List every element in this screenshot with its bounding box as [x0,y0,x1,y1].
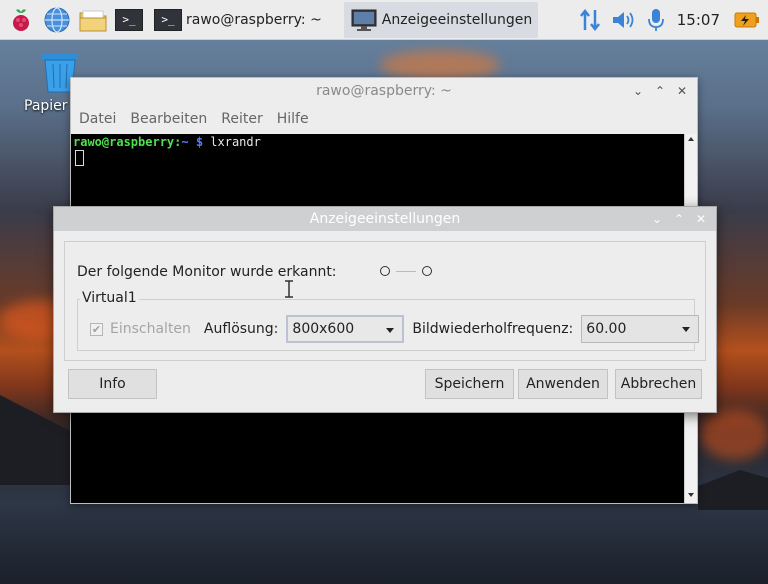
mountain-silhouette [698,470,768,510]
minimize-icon[interactable]: ⌄ [648,212,666,226]
cancel-button[interactable]: Abbrechen [615,369,702,399]
maximize-icon[interactable]: ⌃ [651,84,669,98]
dialog-title: Anzeigeeinstellungen [309,211,461,227]
dialog-window-controls: ⌄ ⌃ ✕ [644,207,710,231]
menu-reiter[interactable]: Reiter [221,111,262,127]
resolution-label: Auflösung: [203,321,279,337]
system-tray: 15:07 [569,0,768,40]
menu-hilfe[interactable]: Hilfe [277,111,309,127]
terminal-titlebar[interactable]: rawo@raspberry: ~ ⌄ ⌃ ✕ [71,78,697,104]
enable-checkbox[interactable]: ✔ [90,322,103,336]
refresh-rate-select[interactable]: 60.00 [581,315,700,343]
resolution-value: 800x600 [292,321,355,337]
monitor-radio-2[interactable] [422,266,432,276]
close-icon[interactable]: ✕ [692,212,710,226]
close-icon[interactable]: ✕ [673,84,691,98]
sky-cloud [380,50,500,80]
enable-label: Einschalten [110,321,191,337]
taskbar: >_ >_ rawo@raspberry: ~ Anzeigeeinstellu… [0,0,768,40]
monitor-radio-group [380,266,432,276]
terminal-cursor [75,150,84,166]
volume-icon[interactable] [611,9,637,31]
terminal-menubar: Datei Bearbeiten Reiter Hilfe [71,104,697,134]
battery-charging-icon[interactable] [734,11,760,29]
terminal-title: rawo@raspberry: ~ [316,83,452,99]
refresh-rate-value: 60.00 [586,321,627,337]
task-terminal[interactable]: >_ rawo@raspberry: ~ [148,2,328,38]
scroll-up-icon[interactable] [688,137,694,141]
terminal-window-controls: ⌄ ⌃ ✕ [625,78,691,104]
monitor-settings-row: ✔ Einschalten Auflösung: 800x600 Bildwie… [90,315,700,343]
prompt-user: rawo@raspberry: [73,135,182,149]
info-button[interactable]: Info [68,369,157,399]
monitor-icon [351,9,377,31]
monitor-group-label: Virtual1 [80,290,139,306]
task-display-settings-label: Anzeigeeinstellungen [381,11,533,28]
radio-connector [396,270,416,272]
terminal-command: lxrandr [203,135,261,149]
terminal-icon: >_ [154,8,182,31]
monitor-groupbox: Virtual1 ✔ Einschalten Auflösung: 800x60… [77,290,700,351]
terminal-launcher-icon[interactable]: >_ [114,5,144,35]
trash-label[interactable]: Papier [24,98,68,114]
raspberry-menu-icon[interactable] [6,5,36,35]
clock[interactable]: 15:07 [677,11,720,29]
microphone-icon[interactable] [647,7,665,33]
apply-button[interactable]: Anwenden [518,369,608,399]
dropdown-arrow-icon [682,327,691,332]
terminal-line: rawo@raspberry:~ $ lxrandr [71,134,685,150]
monitor-frame: Der folgende Monitor wurde erkannt: Virt… [64,241,706,361]
detected-monitor-label: Der folgende Monitor wurde erkannt: [77,264,337,280]
menu-bearbeiten[interactable]: Bearbeiten [130,111,207,127]
network-transfer-icon[interactable] [579,7,601,33]
refresh-rate-label: Bildwiederholfrequenz: [412,321,574,337]
sky-cloud [700,410,768,460]
monitor-radio-1[interactable] [380,266,390,276]
scroll-down-icon[interactable] [688,493,694,497]
dialog-titlebar[interactable]: Anzeigeeinstellungen ⌄ ⌃ ✕ [54,207,716,231]
menu-datei[interactable]: Datei [79,111,116,127]
maximize-icon[interactable]: ⌃ [670,212,688,226]
dropdown-arrow-icon [386,328,395,333]
text-cursor-icon [285,280,293,298]
file-manager-icon[interactable] [78,5,108,35]
save-button[interactable]: Speichern [425,369,514,399]
display-settings-dialog: Anzeigeeinstellungen ⌄ ⌃ ✕ Der folgende … [53,206,717,413]
task-display-settings[interactable]: Anzeigeeinstellungen [343,1,539,38]
task-terminal-label: rawo@raspberry: ~ [186,11,322,28]
web-browser-icon[interactable] [42,5,72,35]
prompt-path: ~ $ [181,135,204,149]
minimize-icon[interactable]: ⌄ [629,84,647,98]
terminal-cursor-line [71,150,685,170]
resolution-select[interactable]: 800x600 [286,315,405,343]
